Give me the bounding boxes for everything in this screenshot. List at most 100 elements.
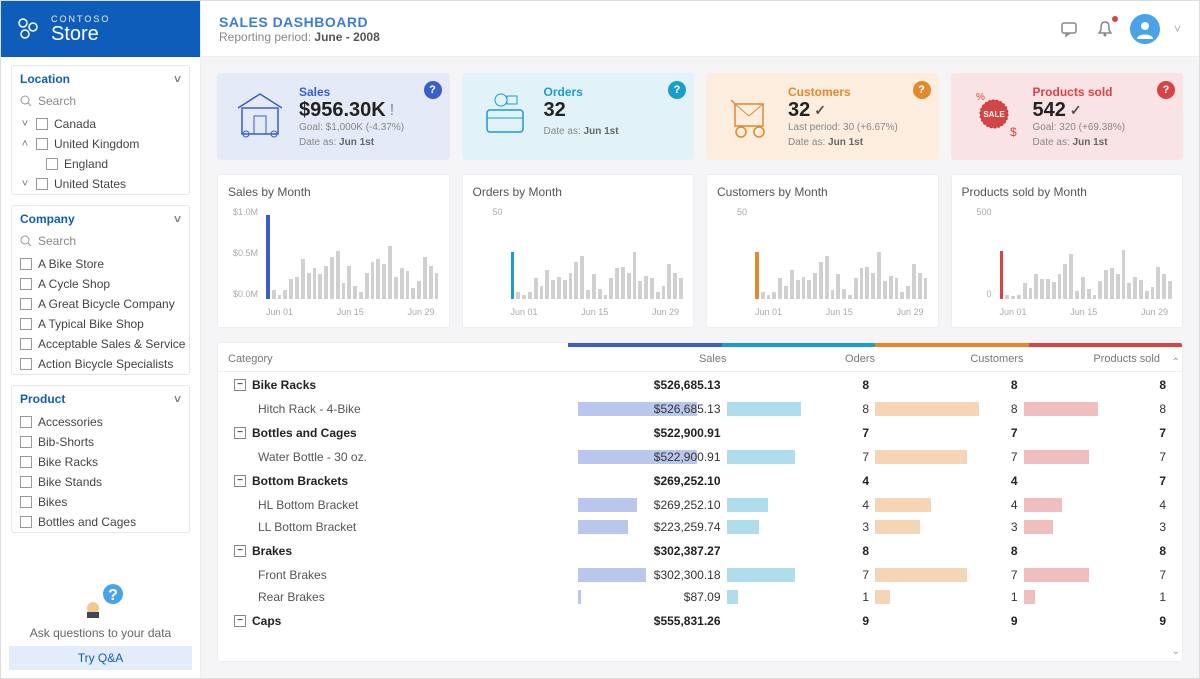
brand-subtitle: CONTOSO (51, 15, 110, 24)
kpi-customers[interactable]: ? Customers 32✓ Last period: 30 (+6.67%)… (706, 73, 939, 160)
chart-bar (511, 252, 515, 299)
search-company[interactable]: Search (12, 232, 189, 254)
filter-item[interactable]: Bottles and Cages (12, 512, 189, 532)
chart-bar (1081, 277, 1085, 299)
filter-header-product[interactable]: Product ˅ (12, 386, 189, 412)
filter-item[interactable]: A Bike Store (12, 254, 189, 274)
cell-value: 8 (1159, 544, 1166, 558)
th-products[interactable]: Products sold (1024, 353, 1173, 365)
kpi-sales[interactable]: ? Sales $956.30K! Goal: $1,000K (-4.37%)… (217, 73, 450, 160)
kpi-products[interactable]: ? SALE%$ Products sold 542✓ Goal: 320 (+… (951, 73, 1184, 160)
checkbox[interactable] (20, 278, 32, 290)
table-row[interactable]: Front Brakes$302,300.18777 (228, 564, 1172, 586)
chart-bar (272, 290, 276, 299)
expand-icon: ˅ (20, 118, 30, 130)
filter-item[interactable]: England (12, 154, 189, 174)
bell-icon[interactable] (1094, 18, 1116, 40)
filter-item[interactable]: Bib-Shorts (12, 432, 189, 452)
chart-card[interactable]: Products sold by Month 5000 Jun 01Jun 15… (951, 174, 1184, 328)
kpi-orders[interactable]: ? Orders 32 Date as: Jun 1st (462, 73, 695, 160)
checkbox[interactable] (20, 258, 32, 270)
user-avatar[interactable] (1130, 14, 1160, 44)
th-category[interactable]: Category (228, 353, 578, 365)
info-icon[interactable]: ? (668, 81, 686, 99)
checkbox[interactable] (36, 138, 48, 150)
chart-title: Customers by Month (717, 185, 928, 199)
filter-item[interactable]: ˅United States (12, 174, 189, 194)
filter-item[interactable]: Accessories (12, 412, 189, 432)
filter-item[interactable]: Bikes (12, 492, 189, 512)
collapse-icon[interactable]: − (234, 379, 246, 391)
filter-item[interactable]: Acceptable Sales & Service (12, 334, 189, 354)
th-sales[interactable]: Sales (578, 353, 727, 365)
checkbox[interactable] (20, 436, 32, 448)
checkbox[interactable] (20, 338, 32, 350)
chart-bar (429, 266, 433, 299)
checkbox[interactable] (20, 416, 32, 428)
checkbox[interactable] (20, 358, 32, 370)
chart-card[interactable]: Customers by Month 50 Jun 01Jun 15Jun 29 (706, 174, 939, 328)
table-row[interactable]: HL Bottom Bracket$269,252.10444 (228, 494, 1172, 516)
scroll-down-icon[interactable]: ⌄ (1172, 646, 1180, 657)
qa-button[interactable]: Try Q&A (9, 646, 192, 670)
filter-item[interactable]: ˅Canada (12, 114, 189, 134)
filter-item[interactable]: A Typical Bike Shop (12, 314, 189, 334)
chart-bar (1017, 295, 1021, 299)
table-row[interactable]: Hitch Rack - 4-Bike$526,685.13888 (228, 398, 1172, 420)
table-row[interactable]: −Brakes$302,387.27888 (228, 538, 1172, 564)
scroll-up-icon[interactable]: ⌃ (1172, 357, 1180, 368)
filter-item[interactable]: Bike Racks (12, 452, 189, 472)
collapse-icon[interactable]: − (234, 427, 246, 439)
chart-card[interactable]: Orders by Month 50 Jun 01Jun 15Jun 29 (462, 174, 695, 328)
filter-item[interactable]: Action Bicycle Specialists (12, 354, 189, 374)
collapse-icon[interactable]: − (234, 615, 246, 627)
table-row[interactable]: −Bike Racks$526,685.13888 (228, 372, 1172, 398)
collapse-icon[interactable]: − (234, 475, 246, 487)
chart-card[interactable]: Sales by Month $1.0M$0.5M$0.0M Jun 01Jun… (217, 174, 450, 328)
chevron-down-icon[interactable]: ˅ (1174, 22, 1181, 36)
checkbox[interactable] (20, 456, 32, 468)
cell-value: 3 (862, 520, 869, 534)
filter-title: Product (20, 392, 65, 406)
filter-header-company[interactable]: Company ˅ (12, 206, 189, 232)
table-row[interactable]: −Bottles and Cages$522,900.91777 (228, 420, 1172, 446)
table-row[interactable]: Water Bottle - 30 oz.$522,900.91777 (228, 446, 1172, 468)
chart-bar (1145, 291, 1149, 299)
checkbox[interactable] (20, 476, 32, 488)
table-row[interactable]: Rear Brakes$87.09111 (228, 586, 1172, 608)
checkbox[interactable] (20, 318, 32, 330)
th-customers[interactable]: Customers (875, 353, 1024, 365)
collapse-icon[interactable]: − (234, 545, 246, 557)
comment-icon[interactable] (1058, 18, 1080, 40)
chart-bar (633, 252, 637, 299)
checkbox[interactable] (20, 496, 32, 508)
filter-item[interactable]: Bike Stands (12, 472, 189, 492)
cell-value: 8 (1159, 378, 1166, 392)
search-location[interactable]: Search (12, 92, 189, 114)
table-row[interactable]: −Bottom Brackets$269,252.10447 (228, 468, 1172, 494)
table-row[interactable]: LL Bottom Bracket$223,259.74333 (228, 516, 1172, 538)
th-orders[interactable]: Oders (727, 353, 876, 365)
chart-bar (842, 289, 846, 299)
filter-item[interactable]: A Great Bicycle Company (12, 294, 189, 314)
checkbox[interactable] (46, 158, 58, 170)
filter-label: Bike Stands (38, 475, 102, 489)
filter-item[interactable]: A Cycle Shop (12, 274, 189, 294)
filter-header-location[interactable]: Location ˅ (12, 66, 189, 92)
info-icon[interactable]: ? (424, 81, 442, 99)
checkbox[interactable] (36, 118, 48, 130)
filter-item[interactable]: ˄United Kingdom (12, 134, 189, 154)
cell-value: 3 (1011, 520, 1018, 534)
cell-value: 4 (1159, 498, 1166, 512)
logo-icon (17, 17, 41, 41)
info-icon[interactable]: ? (1157, 81, 1175, 99)
table-row[interactable]: −Caps$555,831.26999 (228, 608, 1172, 634)
filter-title: Location (20, 72, 70, 86)
checkbox[interactable] (20, 298, 32, 310)
chart-bar (604, 295, 608, 299)
checkbox[interactable] (36, 178, 48, 190)
checkbox[interactable] (20, 516, 32, 528)
chart-bar (790, 270, 794, 299)
check-icon: ✓ (814, 102, 826, 119)
info-icon[interactable]: ? (913, 81, 931, 99)
